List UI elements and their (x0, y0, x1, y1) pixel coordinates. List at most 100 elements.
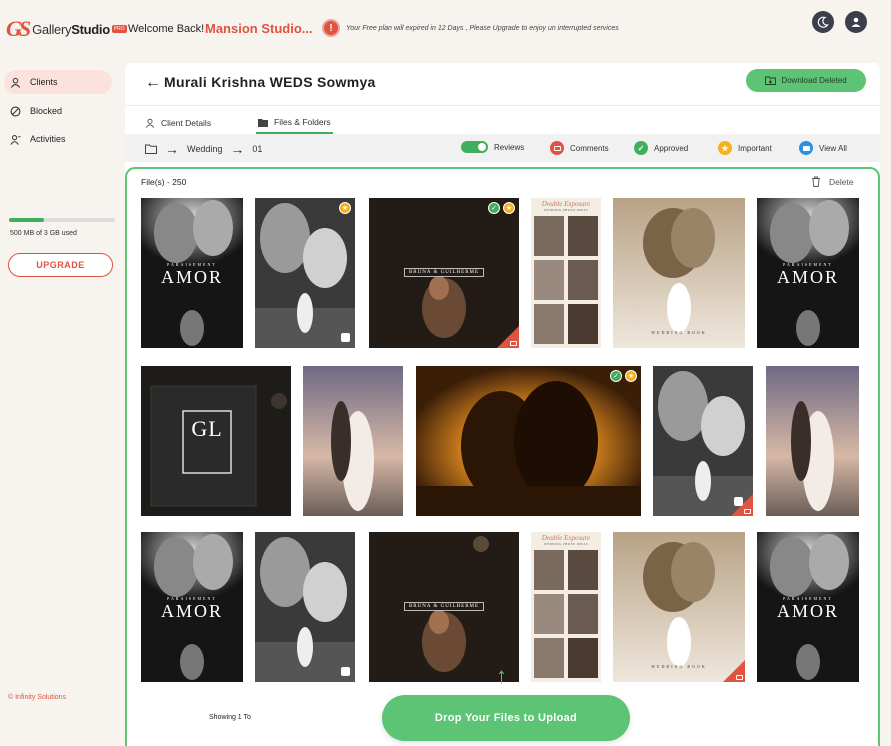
important-star-icon: ★ (503, 202, 515, 214)
photo-thumbnail[interactable] (766, 366, 859, 516)
check-icon: ✓ (634, 141, 648, 155)
back-arrow-icon[interactable]: ← (145, 74, 161, 92)
photo-thumbnail[interactable]: PARAISEMENT AMOR (757, 532, 859, 682)
photo-thumbnail[interactable]: BRUNA & GUILHERME ✓ ★ (369, 198, 519, 348)
poster-title: AMOR (776, 267, 839, 287)
photo-thumbnail[interactable]: ✓ ★ (416, 366, 641, 516)
collage-art (531, 198, 601, 348)
poster-title: Double Exposure (541, 534, 591, 542)
user-activity-icon (10, 134, 21, 145)
sidebar-item-activities[interactable]: Activities (4, 127, 112, 151)
sidebar-item-label: Clients (30, 77, 58, 87)
sidebar-item-clients[interactable]: Clients (4, 70, 112, 94)
breadcrumb-item[interactable]: Wedding (187, 144, 222, 154)
moon-icon (817, 16, 829, 28)
photo-thumbnail[interactable]: PARAISEMENT AMOR (141, 198, 243, 348)
comment-icon (550, 141, 564, 155)
profile-button[interactable] (845, 11, 867, 33)
poster-title: AMOR (776, 601, 839, 621)
approved-check-icon: ✓ (610, 370, 622, 382)
studio-name[interactable]: Mansion Studio... (205, 21, 313, 36)
view-all-icon (799, 141, 813, 155)
photo-thumbnail[interactable] (303, 366, 403, 516)
bw-couple-photo (255, 532, 355, 682)
photo-thumbnail[interactable]: PARAISEMENT AMOR (141, 532, 243, 682)
folder-icon[interactable] (145, 144, 157, 154)
copyright: © Infinity Solutions (8, 694, 67, 701)
filter-comments[interactable]: Comments (550, 141, 609, 155)
user-icon (10, 77, 21, 88)
poster-title: AMOR (160, 601, 223, 621)
download-folder-icon (765, 76, 777, 85)
photo-thumbnail[interactable]: GL (141, 366, 291, 516)
important-star-icon: ★ (339, 202, 351, 214)
comment-icon (736, 675, 743, 680)
app-logo[interactable]: GS GalleryStudio PRO (6, 16, 127, 42)
brand-watermark-icon (734, 497, 743, 506)
filter-view-all[interactable]: View All (799, 141, 847, 155)
chevron-right-icon: → (230, 141, 245, 157)
breadcrumb-toolbar: → Wedding → 01 Reviews Comments ✓ Approv… (125, 134, 880, 162)
important-star-icon: ★ (625, 370, 637, 382)
photo-thumbnail[interactable]: Double Exposure WEDDING PHOTO IDEAS (531, 198, 601, 348)
photo-thumbnail[interactable]: ★ (255, 198, 355, 348)
beach-couple-photo (766, 366, 859, 516)
brand-watermark-icon (341, 333, 350, 342)
comment-icon (510, 341, 517, 346)
tab-files-folders[interactable]: Files & Folders (256, 112, 333, 134)
files-panel: File(s) - 250 Delete PARAISEMENT AMOR ★ … (125, 167, 880, 746)
sidebar-item-blocked[interactable]: Blocked (4, 99, 112, 123)
download-deleted-button[interactable]: Download Deleted (746, 69, 866, 92)
poster-caption: BRUNA & GUILHERME (404, 602, 484, 611)
double-exposure-photo (613, 198, 745, 348)
photo-thumbnail[interactable]: PARAISEMENT AMOR (757, 198, 859, 348)
reviews-toggle[interactable]: Reviews (461, 141, 524, 153)
welcome-text: Welcome Back! (128, 23, 205, 35)
beach-couple-photo (303, 366, 403, 516)
breadcrumb-item[interactable]: 01 (252, 144, 262, 154)
poster-caption: WEDDING BOOK (651, 330, 707, 335)
approved-check-icon: ✓ (488, 202, 500, 214)
block-icon (10, 106, 21, 116)
logo-mark: GS (6, 16, 31, 41)
photo-thumbnail[interactable]: WEDDING BOOK (613, 198, 745, 348)
alert-icon: ! (322, 19, 340, 37)
trash-icon (812, 176, 820, 187)
photo-thumbnail[interactable]: BRUNA & GUILHERME (369, 532, 519, 682)
poster-title: GL (191, 416, 223, 441)
upgrade-button[interactable]: UPGRADE (8, 253, 113, 277)
upload-arrow-icon: ↑ (496, 663, 507, 688)
user-icon (145, 118, 155, 128)
bw-couple-photo (255, 198, 355, 348)
reviews-toggle-switch[interactable] (461, 141, 488, 153)
plan-notice-text: Your Free plan will expired in 12 Days ,… (346, 24, 619, 32)
folder-icon (258, 118, 268, 127)
filter-approved[interactable]: ✓ Approved (634, 141, 688, 155)
tab-client-details[interactable]: Client Details (145, 112, 211, 134)
user-icon (851, 17, 861, 27)
photo-thumbnail[interactable] (255, 532, 355, 682)
sunset-couple-photo (416, 366, 641, 516)
top-bar: GS GalleryStudio PRO Welcome Back! Mansi… (0, 0, 891, 60)
poster-title: AMOR (160, 267, 223, 287)
sidebar-item-label: Blocked (30, 106, 63, 116)
poster-subtitle: WEDDING PHOTO IDEAS (543, 208, 589, 212)
storage-progress-fill (9, 218, 44, 222)
brand-watermark-icon (341, 667, 350, 676)
photo-thumbnail[interactable] (653, 366, 753, 516)
comment-icon (744, 509, 751, 514)
collage-art (531, 532, 601, 682)
breadcrumb: → Wedding → 01 (145, 141, 262, 157)
plan-notice: ! Your Free plan will expired in 12 Days… (322, 19, 619, 37)
chevron-right-icon: → (165, 141, 179, 157)
photo-thumbnail[interactable]: Double Exposure WEDDING PHOTO IDEAS (531, 532, 601, 682)
star-icon: ★ (718, 141, 732, 155)
storage-text: 500 MB of 3 GB used (10, 230, 77, 237)
filter-important[interactable]: ★ Important (718, 141, 772, 155)
sidebar-item-label: Activities (30, 134, 66, 144)
theme-toggle-button[interactable] (812, 11, 834, 33)
photo-thumbnail[interactable]: WEDDING BOOK (613, 532, 745, 682)
drop-files-upload-button[interactable]: Drop Your Files to Upload (382, 695, 630, 741)
page-title: Murali Krishna WEDS Sowmya (164, 74, 376, 90)
delete-button[interactable]: Delete (811, 176, 854, 187)
